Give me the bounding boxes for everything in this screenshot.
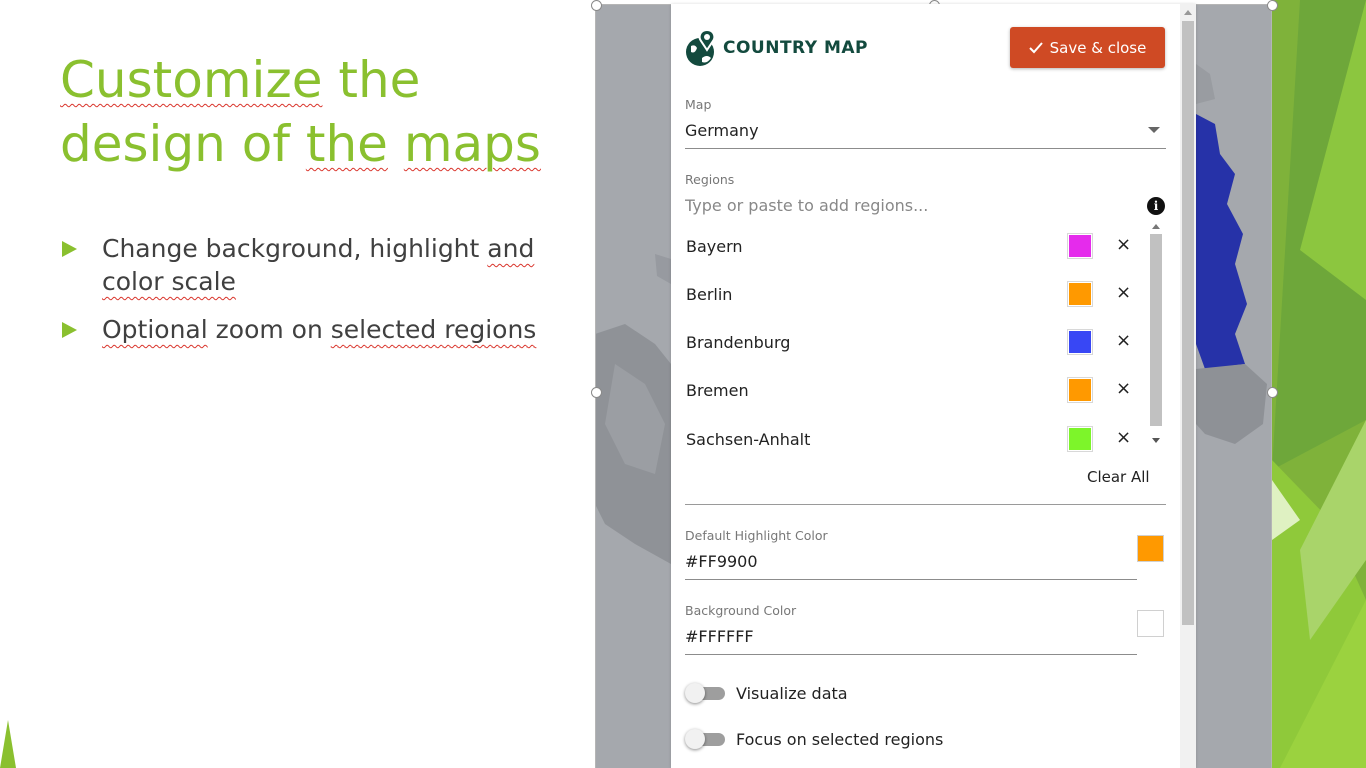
highlight-color-label: Default Highlight Color [685, 528, 828, 543]
dropdown-arrow-icon[interactable] [1148, 127, 1160, 133]
remove-region-icon[interactable]: × [1116, 330, 1131, 351]
region-row: Bayern × [686, 225, 1146, 265]
resize-handle-right[interactable] [1267, 387, 1278, 398]
bullet1-part-color-scale: color scale [102, 267, 236, 296]
bullet1-part-and: and [487, 234, 535, 263]
highlight-color-underline [685, 579, 1137, 580]
country-map-logo: COUNTRY MAP [685, 28, 868, 68]
scroll-up-arrow-icon[interactable] [1152, 224, 1160, 229]
background-color-swatch[interactable] [1137, 610, 1164, 637]
region-color-swatch[interactable] [1067, 426, 1093, 452]
background-color-underline [685, 654, 1137, 655]
scroll-up-arrow-icon[interactable] [1184, 10, 1192, 15]
map-pin-globe-icon [686, 28, 716, 66]
title-word-the: the [322, 51, 421, 109]
region-row: Brandenburg × [686, 321, 1146, 361]
title-words-design-of: design of [60, 115, 306, 173]
bullet2-part-optional: Optional [102, 315, 208, 344]
region-color-swatch[interactable] [1067, 233, 1093, 259]
visualize-data-label: Visualize data [736, 684, 848, 703]
title-word-maps: maps [403, 115, 541, 173]
bullet1-space [534, 234, 542, 263]
visualize-data-toggle[interactable] [685, 683, 727, 703]
region-color-swatch[interactable] [1067, 329, 1093, 355]
map-select-underline [685, 148, 1166, 149]
save-button-label: Save & close [1049, 38, 1147, 57]
bullet-triangle-icon [62, 322, 77, 338]
toggle-knob [685, 683, 705, 703]
map-field-label: Map [685, 97, 712, 112]
title-line-1: Customize the [60, 48, 580, 112]
focus-regions-toggle[interactable] [685, 729, 727, 749]
bullet-text-2: Optional zoom on selected regions [102, 315, 536, 344]
scroll-down-arrow-icon[interactable] [1152, 438, 1160, 443]
region-name: Brandenburg [686, 333, 791, 352]
region-list-scroll-thumb[interactable] [1150, 234, 1162, 426]
highlight-color-swatch[interactable] [1137, 535, 1164, 562]
selection-border-left [595, 4, 596, 768]
remove-region-icon[interactable]: × [1116, 234, 1131, 255]
save-and-close-button[interactable]: Save & close [1010, 27, 1165, 68]
bullet-item-1: Change background, highlight and color s… [60, 232, 560, 298]
region-row: Berlin × [686, 273, 1146, 313]
info-icon[interactable]: i [1147, 197, 1165, 215]
panel-scrollbar[interactable] [1180, 4, 1196, 768]
slide-bullets: Change background, highlight and color s… [60, 232, 560, 361]
focus-regions-label: Focus on selected regions [736, 730, 944, 749]
title-word-the-2: the [305, 115, 388, 173]
remove-region-icon[interactable]: × [1116, 282, 1131, 303]
region-list: Bayern × Berlin × Brandenburg × Bremen ×… [686, 220, 1166, 452]
background-color-label: Background Color [685, 603, 797, 618]
region-name: Berlin [686, 285, 733, 304]
selection-border-right [1271, 4, 1272, 768]
highlight-color-input[interactable]: #FF9900 [685, 552, 758, 571]
toggle-knob [685, 729, 705, 749]
bullet1-part-a: Change background, highlight [102, 234, 488, 263]
remove-region-icon[interactable]: × [1116, 378, 1131, 399]
title-line-2: design of the maps [60, 112, 580, 176]
map-select-value[interactable]: Germany [685, 121, 759, 140]
remove-region-icon[interactable]: × [1116, 427, 1131, 448]
region-color-swatch[interactable] [1067, 281, 1093, 307]
region-name: Bayern [686, 237, 743, 256]
title-space [388, 115, 404, 173]
region-row: Bremen × [686, 369, 1146, 409]
regions-field-label: Regions [685, 172, 735, 187]
regions-input[interactable] [685, 196, 1135, 215]
regions-divider [685, 504, 1166, 505]
panel-scroll-thumb[interactable] [1182, 21, 1194, 625]
slide-title: Customize the design of the maps [60, 48, 580, 176]
clear-all-button[interactable]: Clear All [1087, 468, 1150, 486]
region-row: Sachsen-Anhalt × [686, 418, 1146, 458]
bullet-item-2: Optional zoom on selected regions [60, 313, 560, 346]
bullet-triangle-icon [62, 241, 77, 257]
region-color-swatch[interactable] [1067, 377, 1093, 403]
logo-text: COUNTRY MAP [723, 38, 868, 58]
resize-handle-top-right[interactable] [1267, 0, 1278, 11]
bullet2-part-selected-regions: selected regions [330, 315, 537, 344]
region-name: Bremen [686, 381, 749, 400]
resize-handle-top-left[interactable] [591, 0, 602, 11]
title-word-customize: Customize [60, 51, 323, 109]
bullet2-part-zoom: zoom on [207, 315, 331, 344]
country-map-panel: COUNTRY MAP Save & close Map Germany Reg… [671, 4, 1196, 768]
bullet-text-1: Change background, highlight and color s… [102, 234, 542, 296]
check-icon [1028, 41, 1043, 53]
region-name: Sachsen-Anhalt [686, 430, 811, 449]
region-list-scrollbar[interactable] [1149, 222, 1163, 450]
background-color-input[interactable]: #FFFFFF [685, 627, 754, 646]
resize-handle-left[interactable] [591, 387, 602, 398]
